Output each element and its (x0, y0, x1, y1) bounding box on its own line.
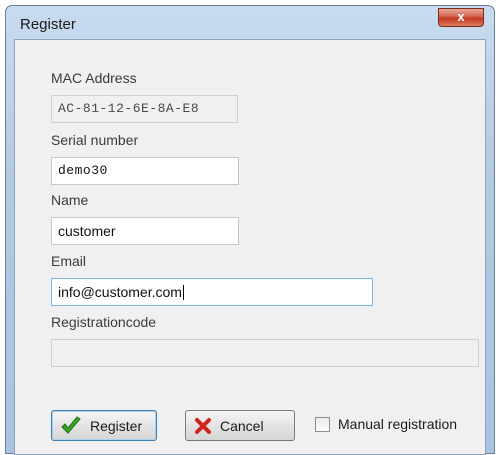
registration-code-label: Registrationcode (51, 314, 157, 330)
serial-number-input[interactable]: demo30 (51, 157, 239, 185)
red-x-icon (194, 417, 212, 435)
register-button[interactable]: Register (51, 410, 157, 441)
close-button[interactable]: x (438, 8, 484, 27)
cancel-button[interactable]: Cancel (185, 410, 295, 441)
mac-address-label: MAC Address (51, 70, 137, 86)
name-label: Name (51, 192, 89, 208)
register-button-label: Register (90, 417, 143, 434)
serial-number-label: Serial number (51, 132, 139, 148)
green-checkmark-icon (60, 415, 82, 436)
mac-address-field: AC-81-12-6E-8A-E8 (51, 95, 238, 123)
email-label: Email (51, 253, 87, 269)
cancel-button-label: Cancel (220, 417, 264, 434)
email-input[interactable]: info@customer.com (51, 278, 373, 306)
manual-registration-checkbox[interactable] (315, 417, 330, 432)
email-value: info@customer.com (58, 284, 182, 300)
text-caret (182, 285, 184, 300)
registration-code-input[interactable] (51, 339, 479, 367)
dialog-body: MAC Address AC-81-12-6E-8A-E8 Serial num… (14, 39, 486, 455)
close-icon: x (457, 9, 465, 24)
register-dialog: Register x MAC Address AC-81-12-6E-8A-E8… (5, 5, 495, 455)
window-title: Register (20, 16, 76, 33)
manual-registration-label[interactable]: Manual registration (338, 416, 457, 432)
name-input[interactable]: customer (51, 217, 239, 245)
title-bar[interactable]: Register x (6, 6, 494, 42)
